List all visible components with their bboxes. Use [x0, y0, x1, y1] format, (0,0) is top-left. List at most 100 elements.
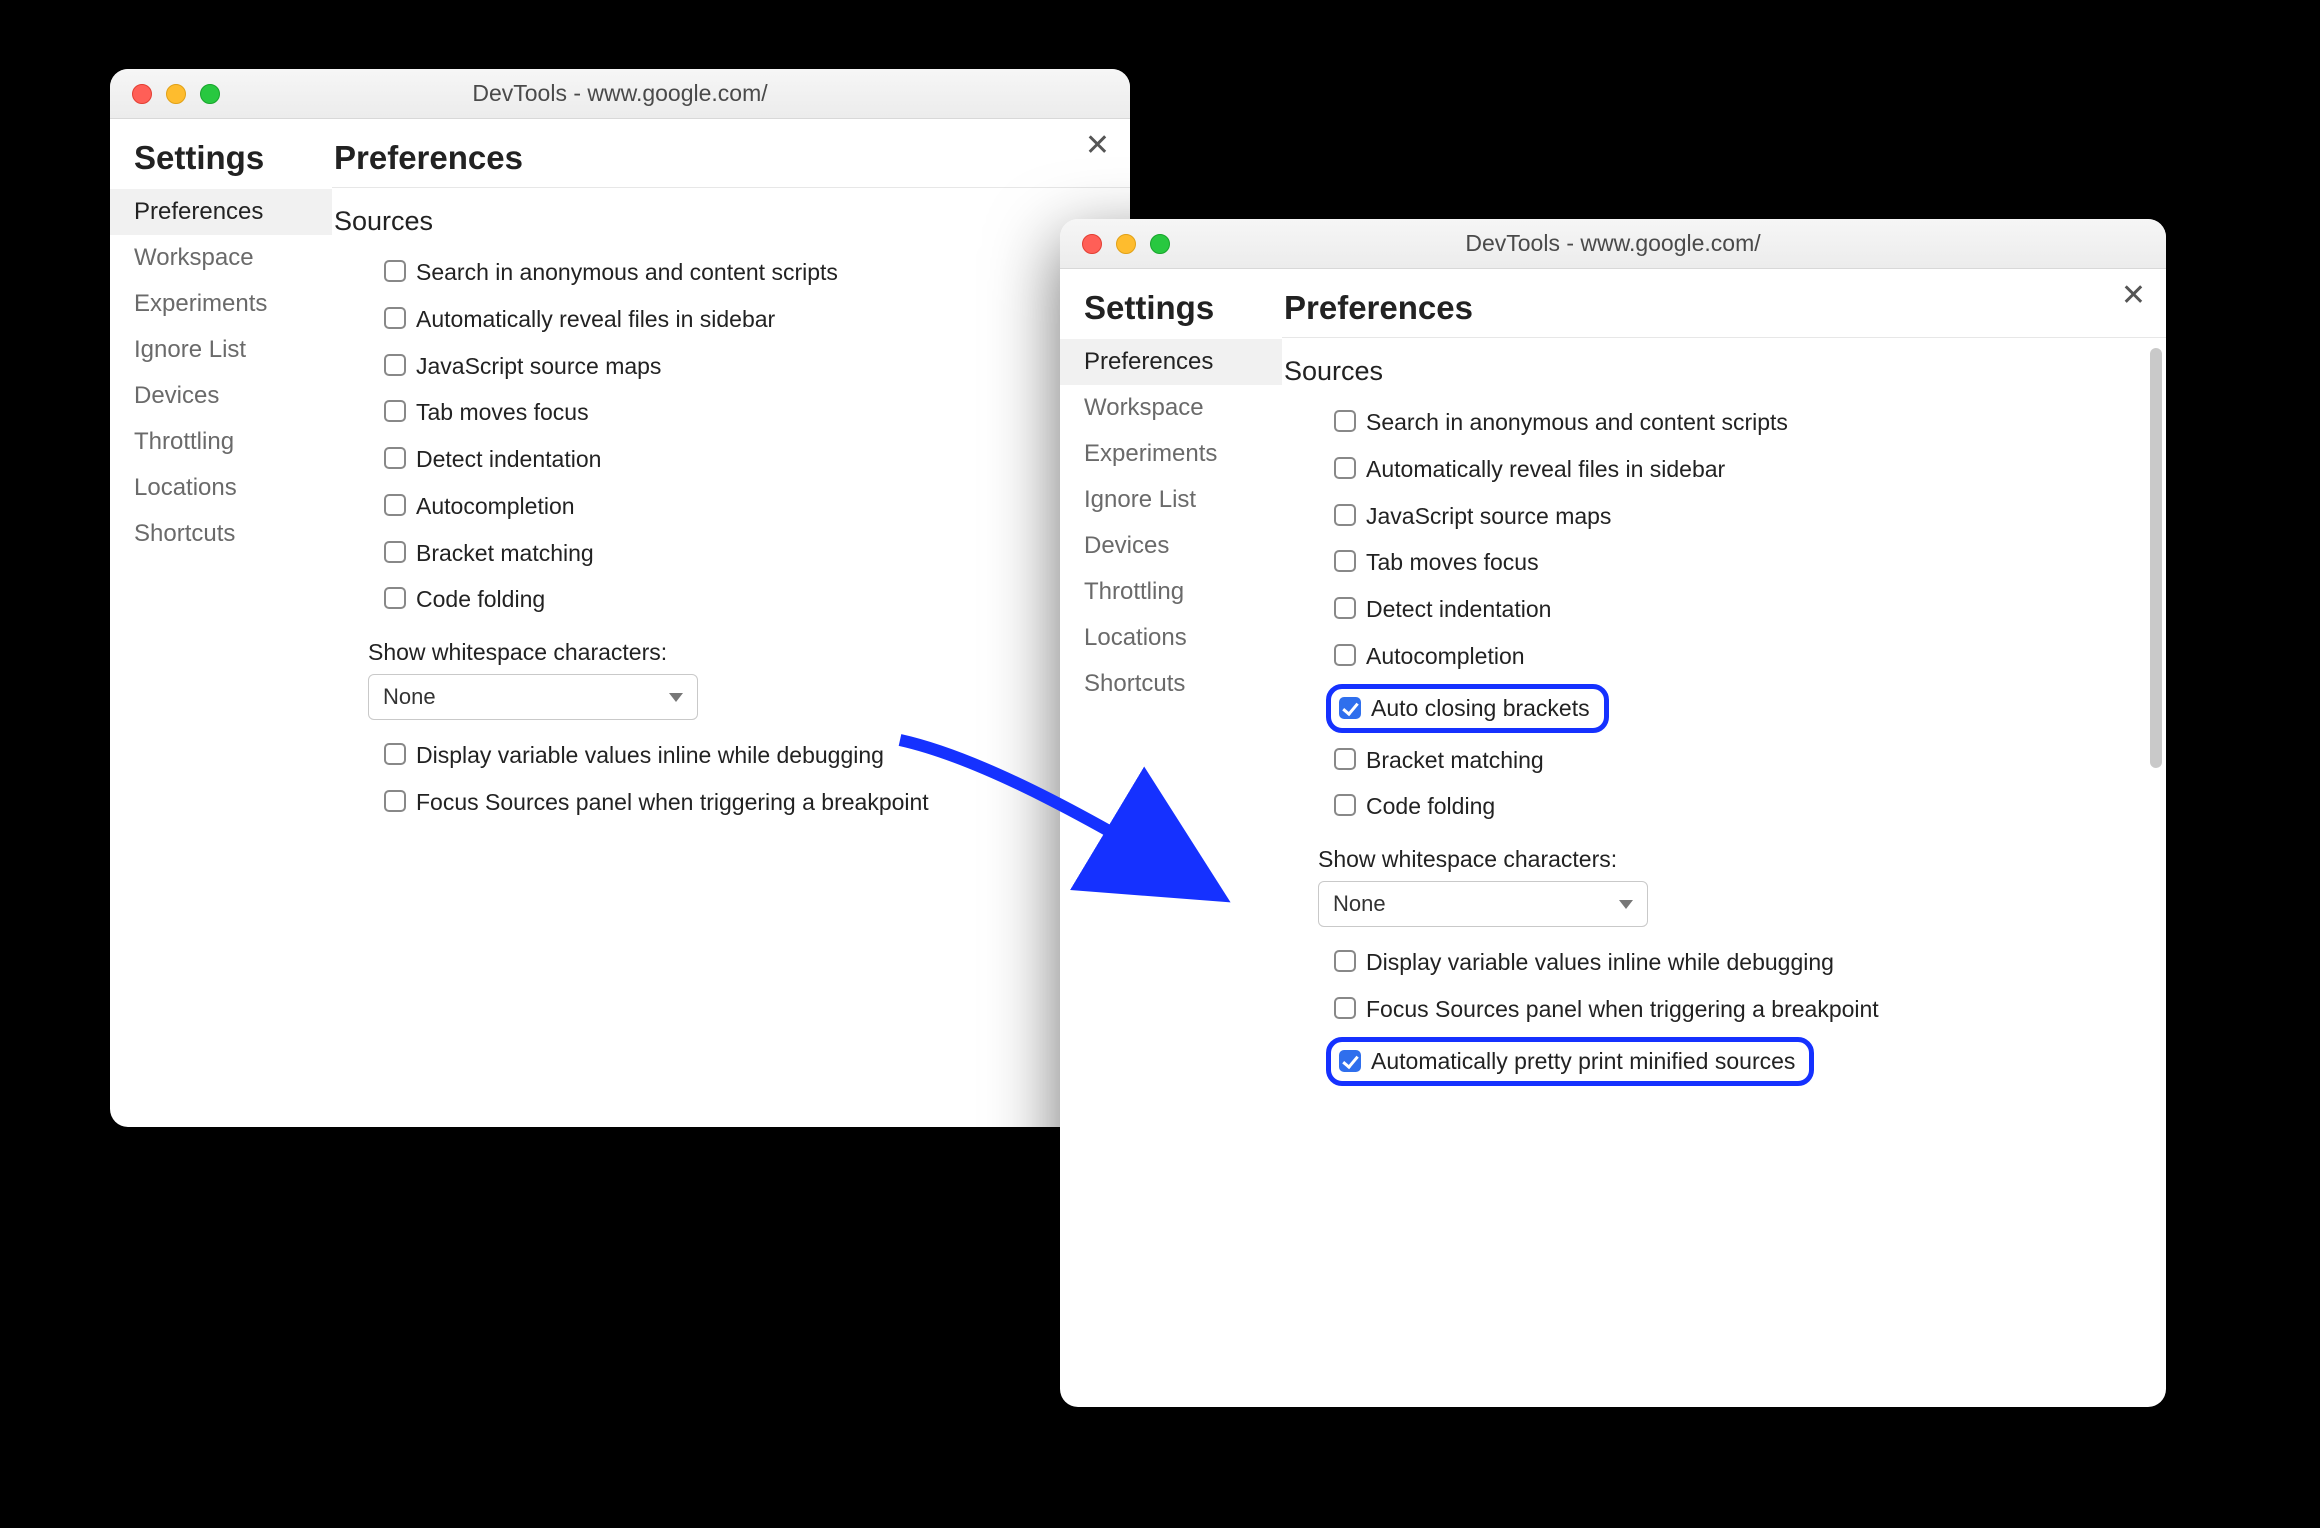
window-title: DevTools - www.google.com/	[1060, 230, 2166, 257]
option-label: Autocompletion	[1366, 642, 1525, 671]
preference-option: Display variable values inline while deb…	[1284, 939, 2140, 986]
option-label: JavaScript source maps	[1366, 502, 1611, 531]
minimize-window-icon[interactable]	[166, 84, 186, 104]
checkbox[interactable]	[1334, 748, 1356, 770]
sidebar-item-shortcuts[interactable]: Shortcuts	[110, 511, 332, 557]
checkbox[interactable]	[1334, 504, 1356, 526]
checkbox[interactable]	[384, 354, 406, 376]
sidebar-item-workspace[interactable]: Workspace	[1060, 385, 1282, 431]
whitespace-dropdown[interactable]: None	[1318, 881, 1648, 927]
sidebar-item-devices[interactable]: Devices	[110, 373, 332, 419]
close-settings-button[interactable]: ✕	[1085, 131, 1110, 161]
checkbox[interactable]	[384, 494, 406, 516]
option-label: Detect indentation	[1366, 595, 1551, 624]
checkbox[interactable]	[1334, 597, 1356, 619]
option-label: Display variable values inline while deb…	[1366, 948, 1834, 977]
option-label: Automatically reveal files in sidebar	[1366, 455, 1725, 484]
zoom-window-icon[interactable]	[200, 84, 220, 104]
checkbox[interactable]	[1334, 550, 1356, 572]
highlighted-option: Auto closing brackets	[1326, 684, 1609, 733]
dropdown-value: None	[1333, 891, 1386, 917]
checkbox[interactable]	[1339, 1050, 1361, 1072]
dropdown-value: None	[383, 684, 436, 710]
preferences-heading: Preferences	[332, 139, 1130, 187]
checkbox[interactable]	[384, 790, 406, 812]
devtools-window-after: DevTools - www.google.com/ ✕ Settings Pr…	[1060, 219, 2166, 1407]
preference-option: Automatically reveal files in sidebar	[334, 296, 1104, 343]
option-label: Focus Sources panel when triggering a br…	[416, 788, 929, 817]
zoom-window-icon[interactable]	[1150, 234, 1170, 254]
checkbox[interactable]	[1339, 697, 1361, 719]
option-label: Display variable values inline while deb…	[416, 741, 884, 770]
checkbox[interactable]	[1334, 644, 1356, 666]
traffic-lights	[1060, 234, 1170, 254]
preference-option: Focus Sources panel when triggering a br…	[334, 779, 1104, 826]
checkbox[interactable]	[384, 743, 406, 765]
dropdown-label: Show whitespace characters:	[334, 623, 1104, 674]
sidebar-item-devices[interactable]: Devices	[1060, 523, 1282, 569]
checkbox[interactable]	[384, 587, 406, 609]
sidebar-item-shortcuts[interactable]: Shortcuts	[1060, 661, 1282, 707]
option-label: Focus Sources panel when triggering a br…	[1366, 995, 1879, 1024]
sidebar-item-preferences[interactable]: Preferences	[1060, 339, 1282, 385]
preference-option: Bracket matching	[334, 530, 1104, 577]
sidebar-item-locations[interactable]: Locations	[1060, 615, 1282, 661]
option-label: Tab moves focus	[416, 398, 589, 427]
preference-option: Autocompletion	[334, 483, 1104, 530]
titlebar[interactable]: DevTools - www.google.com/	[1060, 219, 2166, 269]
section-heading-sources: Sources	[334, 202, 1104, 249]
preference-option: Code folding	[1284, 783, 2140, 830]
settings-heading: Settings	[110, 139, 332, 187]
option-label: Tab moves focus	[1366, 548, 1539, 577]
traffic-lights	[110, 84, 220, 104]
sidebar-item-experiments[interactable]: Experiments	[110, 281, 332, 327]
option-label: Code folding	[416, 585, 545, 614]
devtools-window-before: DevTools - www.google.com/ ✕ Settings Pr…	[110, 69, 1130, 1127]
checkbox[interactable]	[1334, 997, 1356, 1019]
section-heading-sources: Sources	[1284, 352, 2140, 399]
checkbox[interactable]	[1334, 950, 1356, 972]
sidebar-item-throttling[interactable]: Throttling	[110, 419, 332, 465]
settings-heading: Settings	[1060, 289, 1282, 337]
sidebar-item-throttling[interactable]: Throttling	[1060, 569, 1282, 615]
checkbox[interactable]	[384, 541, 406, 563]
whitespace-dropdown[interactable]: None	[368, 674, 698, 720]
checkbox[interactable]	[1334, 457, 1356, 479]
preference-option: JavaScript source maps	[334, 343, 1104, 390]
option-label: Automatically pretty print minified sour…	[1371, 1048, 1795, 1075]
preferences-heading: Preferences	[1282, 289, 2166, 337]
checkbox[interactable]	[384, 260, 406, 282]
option-label: Auto closing brackets	[1371, 695, 1590, 722]
scrollbar-thumb[interactable]	[2150, 348, 2162, 768]
chevron-down-icon	[1619, 900, 1633, 909]
close-window-icon[interactable]	[1082, 234, 1102, 254]
checkbox[interactable]	[1334, 794, 1356, 816]
minimize-window-icon[interactable]	[1116, 234, 1136, 254]
sidebar-item-ignore-list[interactable]: Ignore List	[110, 327, 332, 373]
preference-option: Tab moves focus	[334, 389, 1104, 436]
option-label: Autocompletion	[416, 492, 575, 521]
checkbox[interactable]	[384, 400, 406, 422]
preference-option: Automatically reveal files in sidebar	[1284, 446, 2140, 493]
option-label: Search in anonymous and content scripts	[416, 258, 838, 287]
window-title: DevTools - www.google.com/	[110, 80, 1130, 107]
chevron-down-icon	[669, 693, 683, 702]
preference-option: Bracket matching	[1284, 737, 2140, 784]
preference-option: Detect indentation	[334, 436, 1104, 483]
sidebar-item-workspace[interactable]: Workspace	[110, 235, 332, 281]
preferences-content: Sources Search in anonymous and content s…	[332, 187, 1130, 1127]
close-window-icon[interactable]	[132, 84, 152, 104]
checkbox[interactable]	[1334, 410, 1356, 432]
sidebar-item-locations[interactable]: Locations	[110, 465, 332, 511]
preference-option: JavaScript source maps	[1284, 493, 2140, 540]
sidebar-item-preferences[interactable]: Preferences	[110, 189, 332, 235]
titlebar[interactable]: DevTools - www.google.com/	[110, 69, 1130, 119]
checkbox[interactable]	[384, 307, 406, 329]
sidebar-item-ignore-list[interactable]: Ignore List	[1060, 477, 1282, 523]
settings-sidebar: PreferencesWorkspaceExperimentsIgnore Li…	[1060, 337, 1282, 1407]
option-label: Code folding	[1366, 792, 1495, 821]
close-settings-button[interactable]: ✕	[2121, 281, 2146, 311]
option-label: Bracket matching	[416, 539, 594, 568]
sidebar-item-experiments[interactable]: Experiments	[1060, 431, 1282, 477]
checkbox[interactable]	[384, 447, 406, 469]
